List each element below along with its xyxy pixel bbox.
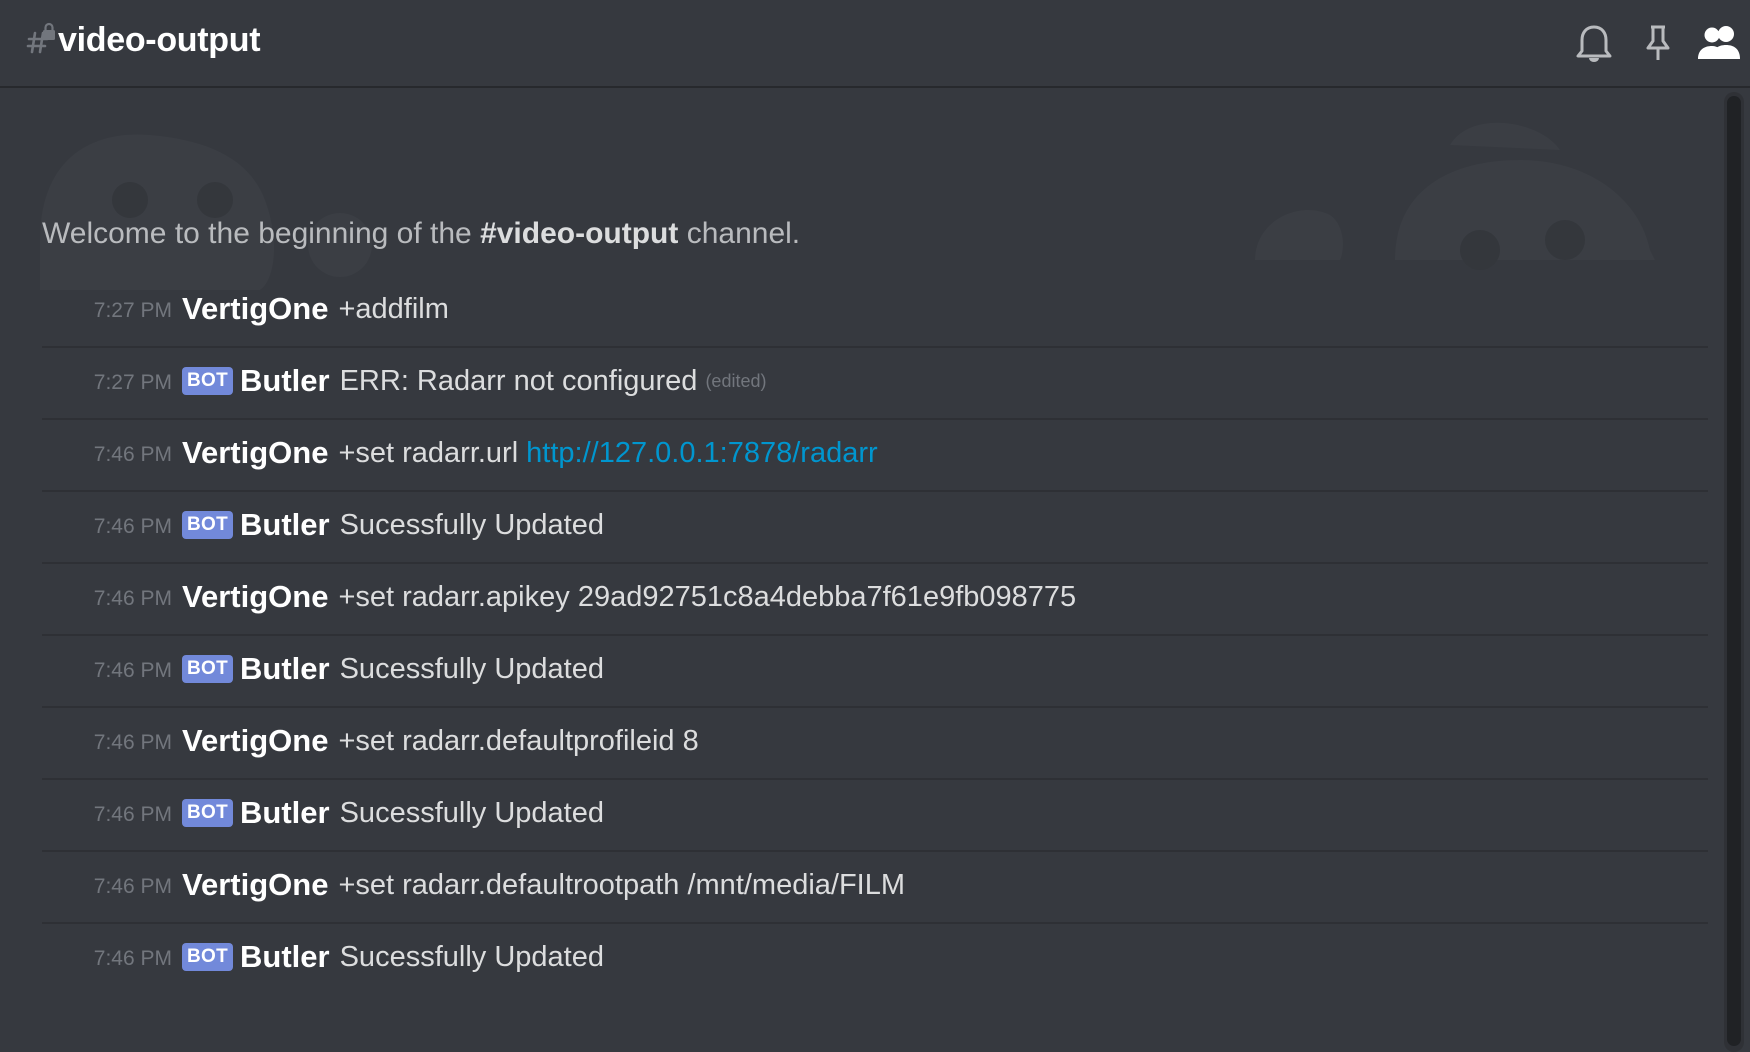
message[interactable]: 7:46 PM VertigOne +set radarr.apikey 29a…	[42, 564, 1708, 636]
members-icon	[1698, 26, 1740, 59]
message-content: +set radarr.defaultrootpath /mnt/media/F…	[338, 869, 906, 901]
message[interactable]: 7:46 PM VertigOne +set radarr.defaultroo…	[42, 852, 1708, 924]
welcome-prefix: Welcome to the beginning of the	[42, 217, 481, 250]
message[interactable]: 7:46 PM BOT Butler Sucessfully Updated	[42, 492, 1708, 564]
message-timestamp: 7:46 PM	[93, 515, 172, 538]
bot-tag: BOT	[182, 799, 234, 827]
welcome-suffix: channel.	[678, 217, 801, 250]
message[interactable]: 7:46 PM VertigOne +set radarr.defaultpro…	[42, 708, 1708, 780]
message[interactable]: 7:46 PM BOT Butler Sucessfully Updated	[42, 636, 1708, 708]
message-timestamp: 7:46 PM	[93, 947, 172, 970]
message-author[interactable]: VertigOne	[182, 722, 328, 760]
message-content: Sucessfully Updated	[339, 509, 604, 541]
message-author[interactable]: Butler	[240, 938, 330, 976]
message-author[interactable]: VertigOne	[182, 578, 328, 616]
message-content: +set radarr.url	[338, 437, 519, 469]
pin-icon	[1646, 25, 1670, 60]
message[interactable]: 7:46 PM VertigOne +set radarr.url http:/…	[42, 420, 1708, 492]
message-content: Sucessfully Updated	[339, 797, 604, 829]
welcome-channel-name: #video-output	[480, 217, 679, 250]
chat-window: video-output Welcome to the beginning of…	[0, 0, 1750, 1052]
message-timestamp: 7:27 PM	[93, 299, 172, 322]
edited-indicator: (edited)	[705, 371, 767, 391]
message-content: Sucessfully Updated	[339, 653, 604, 685]
notifications-button[interactable]	[1570, 20, 1618, 66]
bot-tag: BOT	[182, 943, 234, 971]
member-list-button[interactable]	[1696, 20, 1744, 66]
channel-welcome-message: Welcome to the beginning of the #video-o…	[42, 214, 800, 254]
locked-channel-hash-icon	[26, 22, 55, 54]
message-author[interactable]: Butler	[240, 506, 330, 544]
bot-tag: BOT	[182, 367, 234, 395]
message-timestamp: 7:46 PM	[93, 659, 172, 682]
message-timestamp: 7:46 PM	[93, 875, 172, 898]
bot-tag: BOT	[182, 511, 234, 539]
message-author[interactable]: Butler	[240, 650, 330, 688]
message[interactable]: 7:27 PM VertigOne +addfilm	[42, 276, 1708, 348]
channel-name: video-output	[58, 21, 261, 59]
message-author[interactable]: VertigOne	[182, 866, 328, 904]
message-author[interactable]: Butler	[240, 794, 330, 832]
message-author[interactable]: VertigOne	[182, 434, 328, 472]
message-content: +set radarr.defaultprofileid 8	[338, 725, 699, 757]
message-content: +addfilm	[338, 293, 449, 325]
background-illustration	[40, 122, 1655, 290]
pinned-messages-button[interactable]	[1634, 20, 1682, 66]
bell-icon	[1576, 25, 1612, 62]
message[interactable]: 7:27 PM BOT Butler ERR: Radarr not confi…	[42, 348, 1708, 420]
message-link[interactable]: http://127.0.0.1:7878/radarr	[526, 434, 877, 472]
bot-tag: BOT	[182, 655, 234, 683]
message-content: ERR: Radarr not configured	[339, 365, 698, 397]
message-list: 7:27 PM VertigOne +addfilm 7:27 PM BOT B…	[42, 276, 1708, 996]
message-author[interactable]: VertigOne	[182, 290, 328, 328]
message-timestamp: 7:46 PM	[93, 731, 172, 754]
message-content: +set radarr.apikey 29ad92751c8a4debba7f6…	[338, 581, 1077, 613]
message-author[interactable]: Butler	[240, 362, 330, 400]
message-timestamp: 7:46 PM	[93, 443, 172, 466]
message-timestamp: 7:27 PM	[93, 371, 172, 394]
message-timestamp: 7:46 PM	[93, 587, 172, 610]
channel-header: video-output	[0, 0, 1750, 88]
message[interactable]: 7:46 PM BOT Butler Sucessfully Updated	[42, 780, 1708, 852]
message-timestamp: 7:46 PM	[93, 803, 172, 826]
scrollbar-thumb[interactable]	[1727, 96, 1741, 1046]
message[interactable]: 7:46 PM BOT Butler Sucessfully Updated	[42, 924, 1708, 996]
message-content: Sucessfully Updated	[339, 941, 604, 973]
